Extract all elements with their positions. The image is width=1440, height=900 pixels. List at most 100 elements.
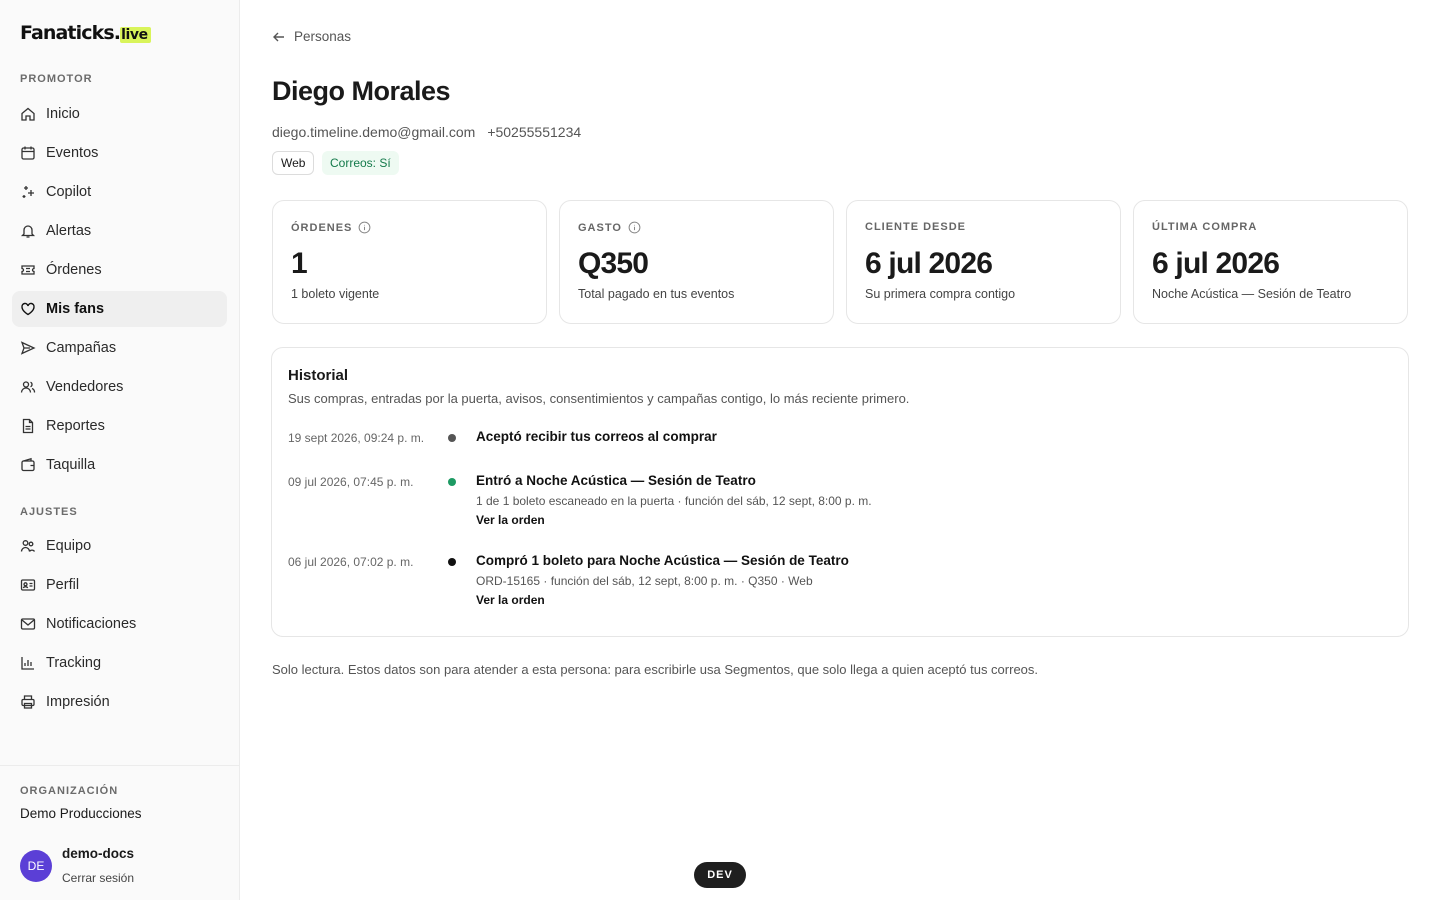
info-icon[interactable] xyxy=(628,221,641,234)
stat-value: 1 xyxy=(291,247,308,280)
event-title: Compró 1 boleto para Noche Acústica — Se… xyxy=(476,553,849,568)
sidebar-item-label: Taquilla xyxy=(46,457,96,473)
stat-label-text: ÓRDENES xyxy=(291,221,353,234)
event-dot-icon xyxy=(448,434,456,442)
sidebar-item-label: Mis fans xyxy=(46,301,105,317)
printer-icon xyxy=(21,695,35,709)
info-icon[interactable] xyxy=(358,221,371,234)
stat-sub: Noche Acústica — Sesión de Teatro xyxy=(1152,287,1352,301)
sidebar-item-label: Tracking xyxy=(46,655,102,671)
heart-icon xyxy=(21,302,35,316)
history-panel: Historial Sus compras, entradas por la p… xyxy=(271,347,1409,637)
event-title: Entró a Noche Acústica — Sesión de Teatr… xyxy=(476,473,756,488)
sparkles-icon xyxy=(22,186,34,198)
stat-label-text: GASTO xyxy=(578,221,622,234)
users-icon xyxy=(20,381,36,393)
sidebar-item-impresion[interactable]: Impresión xyxy=(12,684,227,720)
stat-label: GASTO xyxy=(578,221,641,234)
stat-label: ÓRDENES xyxy=(291,221,371,234)
stat-sub: Total pagado en tus eventos xyxy=(578,287,735,301)
chart-icon xyxy=(21,657,34,670)
history-subtitle: Sus compras, entradas por la puerta, avi… xyxy=(288,391,910,406)
org-name[interactable]: Demo Producciones xyxy=(20,806,142,821)
mail-icon xyxy=(20,618,36,630)
stat-label-text: ÚLTIMA COMPRA xyxy=(1152,221,1258,233)
stat-sub: Su primera compra contigo xyxy=(865,287,1016,301)
stat-label: ÚLTIMA COMPRA xyxy=(1152,221,1257,233)
stat-card-ordenes: ÓRDENES 1 1 boleto vigente xyxy=(272,200,547,324)
stat-card-cliente-desde: CLIENTE DESDE 6 jul 2026 Su primera comp… xyxy=(846,200,1121,324)
sidebar-item-perfil[interactable]: Perfil xyxy=(12,567,227,603)
sidebar-item-equipo[interactable]: Equipo xyxy=(12,528,227,564)
bell-icon xyxy=(20,225,36,238)
wallet-icon xyxy=(21,457,35,472)
user-name: demo-docs xyxy=(62,846,135,861)
id-card-icon xyxy=(20,579,36,591)
sidebar: Fanaticks.live PROMOTOR Inicio Eventos C… xyxy=(0,0,240,900)
sidebar-item-campanas[interactable]: Campañas xyxy=(12,330,227,366)
sidebar-item-taquilla[interactable]: Taquilla xyxy=(12,447,227,483)
env-badge: DEV xyxy=(694,862,746,888)
sidebar-item-eventos[interactable]: Eventos xyxy=(12,135,227,171)
back-link[interactable]: Personas xyxy=(272,29,351,44)
sidebar-item-tracking[interactable]: Tracking xyxy=(12,645,227,681)
sidebar-item-ordenes[interactable]: Órdenes xyxy=(12,252,227,288)
send-icon xyxy=(20,341,36,355)
sidebar-item-vendedores[interactable]: Vendedores xyxy=(12,369,227,405)
calendar-icon xyxy=(21,146,35,160)
view-order-link[interactable]: Ver la orden xyxy=(476,593,545,607)
sidebar-item-label: Órdenes xyxy=(46,262,102,278)
event-detail: 1 de 1 boleto escaneado en la puerta · f… xyxy=(476,494,872,508)
sidebar-item-label: Impresión xyxy=(46,694,110,710)
sidebar-item-reportes[interactable]: Reportes xyxy=(12,408,227,444)
event-date: 06 jul 2026, 07:02 p. m. xyxy=(288,555,414,569)
stat-card-ultima-compra: ÚLTIMA COMPRA 6 jul 2026 Noche Acústica … xyxy=(1133,200,1408,324)
event-title: Aceptó recibir tus correos al comprar xyxy=(476,429,717,444)
brand-logo[interactable]: Fanaticks.live xyxy=(20,22,151,44)
arrow-left-icon xyxy=(273,32,284,41)
avatar[interactable]: DE xyxy=(20,850,52,882)
page-title: Diego Morales xyxy=(272,76,451,106)
sidebar-item-label: Eventos xyxy=(46,145,99,161)
event-date: 19 sept 2026, 09:24 p. m. xyxy=(288,431,425,445)
home-icon xyxy=(21,107,35,121)
stat-label: CLIENTE DESDE xyxy=(865,221,966,233)
event-dot-icon xyxy=(448,558,456,566)
org-label: ORGANIZACIÓN xyxy=(20,785,119,797)
file-icon xyxy=(22,418,34,434)
sidebar-item-copilot[interactable]: Copilot xyxy=(12,174,227,210)
stat-value: Q350 xyxy=(578,247,649,280)
sidebar-item-label: Notificaciones xyxy=(46,616,137,632)
sidebar-item-label: Inicio xyxy=(46,106,80,122)
sidebar-item-label: Vendedores xyxy=(46,379,124,395)
back-label: Personas xyxy=(294,29,352,44)
sidebar-item-label: Perfil xyxy=(46,577,80,593)
stat-sub: 1 boleto vigente xyxy=(291,287,380,301)
ticket-icon xyxy=(21,265,35,275)
sidebar-section-ajustes: AJUSTES xyxy=(20,506,78,518)
logout-link[interactable]: Cerrar sesión xyxy=(62,871,134,885)
stat-card-gasto: GASTO Q350 Total pagado en tus eventos xyxy=(559,200,834,324)
sidebar-item-label: Alertas xyxy=(46,223,92,239)
sidebar-item-alertas[interactable]: Alertas xyxy=(12,213,227,249)
event-dot-icon xyxy=(448,478,456,486)
team-icon xyxy=(20,540,36,552)
sidebar-divider xyxy=(0,765,239,766)
sidebar-item-inicio[interactable]: Inicio xyxy=(12,96,227,132)
stat-label-text: CLIENTE DESDE xyxy=(865,221,967,233)
stat-value: 6 jul 2026 xyxy=(1152,247,1280,280)
sidebar-section-promotor: PROMOTOR xyxy=(20,73,93,85)
stat-value: 6 jul 2026 xyxy=(865,247,993,280)
view-order-link[interactable]: Ver la orden xyxy=(476,513,545,527)
sidebar-item-mis-fans[interactable]: Mis fans xyxy=(12,291,227,327)
sidebar-item-label: Reportes xyxy=(46,418,105,434)
sidebar-item-notificaciones[interactable]: Notificaciones xyxy=(12,606,227,642)
contact-info: diego.timeline.demo@gmail.com +5025555123… xyxy=(272,124,581,140)
channel-badge: Web xyxy=(272,151,315,175)
event-detail: ORD-15165 · función del sáb, 12 sept, 8:… xyxy=(476,574,813,588)
person-phone: +50255551234 xyxy=(487,124,582,140)
read-only-note: Solo lectura. Estos datos son para atend… xyxy=(272,662,1039,677)
event-date: 09 jul 2026, 07:45 p. m. xyxy=(288,475,414,489)
person-email: diego.timeline.demo@gmail.com xyxy=(272,124,476,140)
history-title: Historial xyxy=(288,367,349,384)
